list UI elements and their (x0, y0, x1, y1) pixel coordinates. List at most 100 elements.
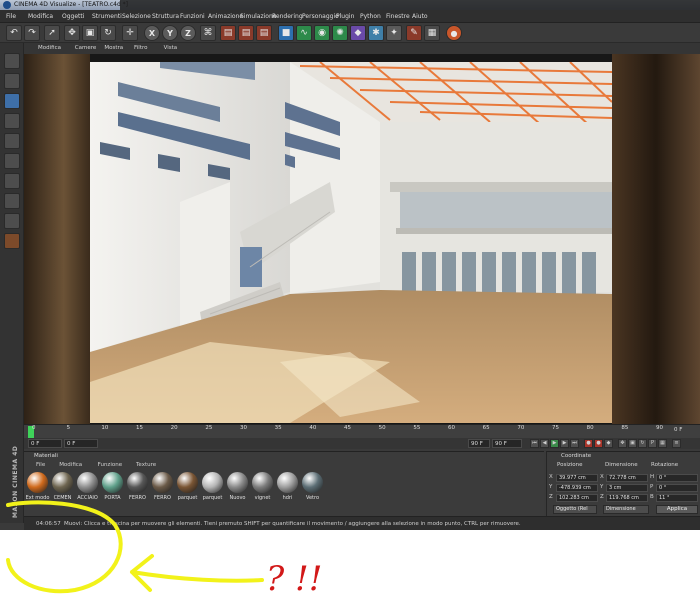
select-arrow-icon[interactable]: ➚ (44, 25, 60, 41)
material-swatch[interactable]: Vetro (301, 472, 324, 506)
viewport-menu-vista[interactable]: Vista (164, 43, 178, 54)
rotate-tool-icon[interactable]: ↻ (100, 25, 116, 41)
cube-icon[interactable]: ■ (278, 25, 294, 41)
menu-item-selezione[interactable]: Selezione (122, 10, 151, 23)
key-scale-icon[interactable]: ▣ (628, 439, 637, 448)
menu-item-animazione[interactable]: Animazione (208, 10, 243, 23)
material-swatch[interactable]: PORTA (101, 472, 124, 506)
timeline-ruler[interactable]: 0 5 10 15 20 25 30 35 40 45 50 55 60 65 70 75 80 85 90 0 F (24, 424, 700, 438)
play-icon[interactable]: ▶ (550, 439, 559, 448)
menu-item-file[interactable]: File (6, 10, 16, 23)
go-to-end-icon[interactable]: ⏭ (570, 439, 579, 448)
menu-item-python[interactable]: Python (360, 10, 381, 23)
menu-item-struttura[interactable]: Struttura (152, 10, 179, 23)
menu-item-personaggio[interactable]: Personaggio (302, 10, 339, 23)
menu-item-aiuto[interactable]: Aiuto (412, 10, 428, 23)
pos-z-field[interactable]: 102.283 cm (556, 494, 598, 502)
viewport-menu-modifica[interactable]: Modifica (38, 43, 61, 54)
array-icon[interactable]: ✺ (332, 25, 348, 41)
menu-item-strumenti[interactable]: Strumenti (92, 10, 122, 23)
menu-item-modifica[interactable]: Modifica (28, 10, 53, 23)
workplane-icon[interactable] (4, 193, 20, 209)
menu-item-finestre[interactable]: Finestre (386, 10, 410, 23)
viewport-menu-filtro[interactable]: Filtro (134, 43, 147, 54)
menu-item-rendering[interactable]: Rendering (272, 10, 303, 23)
coordinate-mode-dropdown[interactable]: Oggetto (Rel (553, 505, 597, 514)
menu-item-simulazione[interactable]: Simulazione (240, 10, 276, 23)
redo-icon[interactable]: ↷ (24, 25, 40, 41)
axis-z-lock-button[interactable]: Z (180, 25, 196, 41)
model-mode-icon[interactable] (4, 53, 20, 69)
apply-button[interactable]: Applica (656, 505, 698, 514)
scale-tool-icon[interactable]: ▣ (82, 25, 98, 41)
snap-icon[interactable] (4, 213, 20, 229)
axis-y-lock-button[interactable]: Y (162, 25, 178, 41)
viewport-menu-mostra[interactable]: Mostra (104, 43, 123, 54)
render-settings-icon[interactable]: ▤ (256, 25, 272, 41)
points-mode-icon[interactable] (4, 113, 20, 129)
environment-icon[interactable]: ✱ (368, 25, 384, 41)
material-swatch[interactable]: CEMEN (51, 472, 74, 506)
light-icon[interactable]: ✎ (406, 25, 422, 41)
axis-x-lock-button[interactable]: X (144, 25, 160, 41)
materials-menu-file[interactable]: File (36, 461, 45, 470)
rot-h-field[interactable]: 0 ° (656, 474, 698, 482)
go-to-start-icon[interactable]: ⏮ (530, 439, 539, 448)
material-swatch[interactable]: hdri (276, 472, 299, 506)
key-position-icon[interactable]: ✥ (618, 439, 627, 448)
spline-icon[interactable]: ∿ (296, 25, 312, 41)
polygons-mode-icon[interactable] (4, 153, 20, 169)
material-swatch[interactable]: FERRO (126, 472, 149, 506)
coordinate-system-icon[interactable]: ⌘ (200, 25, 216, 41)
next-frame-icon[interactable]: ▶ (560, 439, 569, 448)
keyframe-icon[interactable]: ◆ (604, 439, 613, 448)
max-frame-field-a[interactable]: 90 F (468, 439, 490, 448)
material-swatch[interactable]: parquet (176, 472, 199, 506)
material-swatch[interactable]: Ext modo (26, 472, 49, 506)
render-view-icon[interactable]: ▤ (220, 25, 236, 41)
menu-item-oggetti[interactable]: Oggetti (62, 10, 84, 23)
material-swatch[interactable]: parquet (201, 472, 224, 506)
current-frame-field[interactable]: 0 F (28, 439, 62, 448)
material-swatch[interactable]: FERRO (151, 472, 174, 506)
viewport[interactable] (24, 54, 700, 424)
edges-mode-icon[interactable] (4, 133, 20, 149)
autokey-icon[interactable]: ● (594, 439, 603, 448)
texture-mode-icon[interactable] (4, 73, 20, 89)
size-z-field[interactable]: 119.768 cm (606, 494, 648, 502)
camera-icon[interactable]: ✦ (386, 25, 402, 41)
key-pla-icon[interactable]: ▦ (658, 439, 667, 448)
min-frame-field[interactable]: 0 F (64, 439, 98, 448)
viewport-menu-camere[interactable]: Camere (75, 43, 96, 54)
rot-b-field[interactable]: 11 ° (656, 494, 698, 502)
material-swatch[interactable]: ACCIAIO (76, 472, 99, 506)
pos-y-field[interactable]: -478.939 cm (556, 484, 598, 492)
undo-icon[interactable]: ↶ (6, 25, 22, 41)
size-y-field[interactable]: 3 cm (606, 484, 648, 492)
render-picture-viewer-icon[interactable]: ▤ (238, 25, 254, 41)
menu-item-funzioni[interactable]: Funzioni (180, 10, 205, 23)
key-rotation-icon[interactable]: ↻ (638, 439, 647, 448)
move-tool-icon-2[interactable]: ✛ (122, 25, 138, 41)
size-mode-dropdown[interactable]: Dimensione (603, 505, 649, 514)
pos-x-field[interactable]: 39.977 cm (556, 474, 598, 482)
move-tool-icon[interactable]: ✥ (64, 25, 80, 41)
max-frame-field-b[interactable]: 90 F (492, 439, 522, 448)
axis-mode-icon[interactable] (4, 173, 20, 189)
python-icon[interactable]: ● (446, 25, 462, 41)
key-param-icon[interactable]: P (648, 439, 657, 448)
size-x-field[interactable]: 72.778 cm (606, 474, 648, 482)
timeline-menu-icon[interactable]: ≡ (672, 439, 681, 448)
materials-menu-modifica[interactable]: Modifica (59, 461, 82, 470)
deformer-icon[interactable]: ◆ (350, 25, 366, 41)
material-swatch[interactable]: Nuovo (226, 472, 249, 506)
layout-icon[interactable]: ▦ (424, 25, 440, 41)
record-icon[interactable]: ● (584, 439, 593, 448)
prev-frame-icon[interactable]: ◀ (540, 439, 549, 448)
materials-menu-texture[interactable]: Texture (136, 461, 156, 470)
sculpt-icon[interactable] (4, 233, 20, 249)
materials-menu-funzione[interactable]: Funzione (98, 461, 122, 470)
rot-p-field[interactable]: 0 ° (656, 484, 698, 492)
material-swatch[interactable]: vignet (251, 472, 274, 506)
object-axis-icon[interactable] (4, 93, 20, 109)
